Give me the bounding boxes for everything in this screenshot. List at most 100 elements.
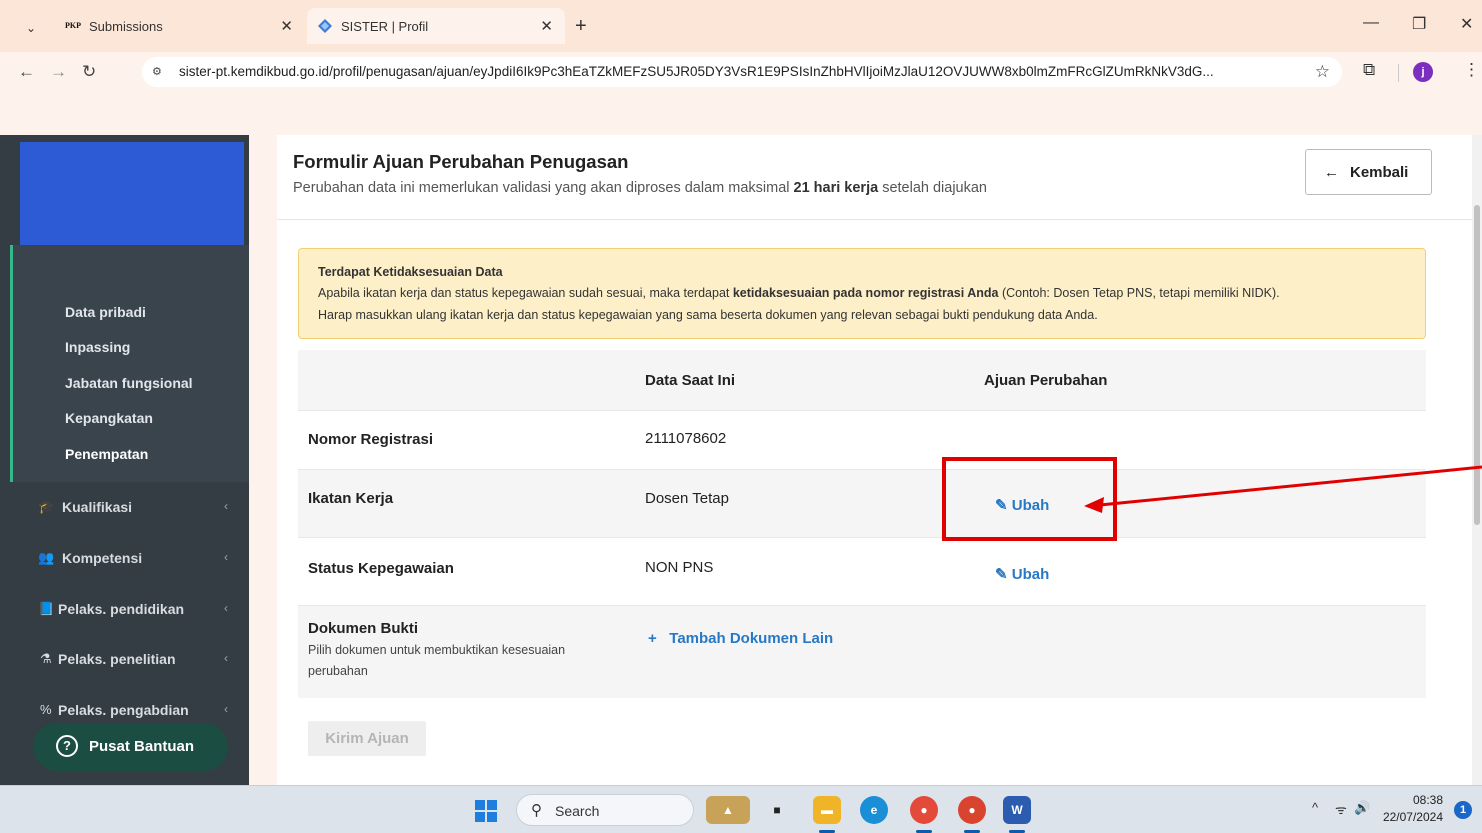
people-icon: 👥 [38,550,55,565]
column-header-proposed: Ajuan Perubahan [984,372,1108,389]
chevron-left-icon: ‹ [224,702,228,716]
sidebar-item-pelaks-pendidikan[interactable]: 📘 Pelaks. pendidikan ‹ [0,585,249,635]
document-help-text: Pilih dokumen untuk membuktikan kesesuai… [308,640,565,682]
subtitle-text: setelah diajukan [878,180,987,196]
back-arrow-icon[interactable]: ← [18,62,35,82]
arrow-left-icon: ← [1324,164,1339,181]
alert-text: Harap masukkan ulang ikatan kerja dan st… [318,308,1098,322]
forward-arrow-icon[interactable]: → [50,62,67,82]
edit-link-label: Ubah [1011,566,1050,583]
annotation-arrow [1084,465,1482,513]
percent-icon: % [40,702,52,717]
sidebar: Data pribadi Inpassing Jabatan fungsiona… [0,135,249,785]
toolbar-divider [1398,64,1399,82]
sidebar-item-label: Kualifikasi [62,499,133,515]
sister-favicon-icon [317,18,333,34]
page-title: Formulir Ajuan Perubahan Penugasan [293,151,629,172]
question-icon: ? [56,735,78,757]
help-center-button[interactable]: ? Pusat Bantuan [33,723,228,771]
row-label: Status Kepegawaian [308,560,454,577]
sidebar-item-kepangkatan[interactable]: Kepangkatan [65,410,153,426]
volume-icon[interactable]: 🔊 [1354,800,1370,816]
subtitle-emphasis: 21 hari kerja [793,180,879,196]
extensions-icon[interactable]: ⧉ [1363,60,1375,80]
help-center-label: Pusat Bantuan [89,738,195,755]
site-info-icon[interactable]: ⚙ [152,65,162,78]
sidebar-item-label: Pelaks. penelitian [58,651,176,667]
address-bar[interactable]: ⚙ sister-pt.kemdikbud.go.id/profil/penug… [142,57,1342,87]
add-document-label: Tambah Dokumen Lain [669,630,834,647]
new-tab-icon[interactable]: + [575,15,587,38]
sidebar-item-label: Pelaks. pengabdian [58,702,189,718]
bookmark-star-icon[interactable]: ☆ [1315,62,1330,82]
tab-submissions[interactable]: PKP Submissions ✕ [55,8,305,44]
submit-request-button[interactable]: Kirim Ajuan [308,721,426,756]
profile-avatar[interactable]: j [1413,62,1433,82]
browser-toolbar: ← → ↻ ⚙ sister-pt.kemdikbud.go.id/profil… [0,52,1482,92]
edit-status-kepegawaian-link[interactable]: ✎ Ubah [995,565,1049,583]
pkp-favicon-icon: PKP [65,21,81,30]
minimize-icon[interactable]: — [1363,14,1379,32]
notification-badge[interactable]: 1 [1454,801,1472,819]
system-clock[interactable]: 08:38 22/07/2024 [1373,792,1443,826]
row-current-value: Dosen Tetap [645,490,729,507]
sidebar-item-penempatan[interactable]: Penempatan [65,446,148,462]
table-header-row: Data Saat Ini Ajuan Perubahan [298,350,1426,410]
word-icon[interactable]: W [1003,796,1031,824]
close-window-icon[interactable]: ✕ [1460,14,1473,34]
alert-text-part: Apabila ikatan kerja dan status kepegawa… [318,286,733,300]
task-view-icon[interactable]: ■ [763,796,791,824]
row-label: Ikatan Kerja [308,490,394,507]
sidebar-item-inpassing[interactable]: Inpassing [65,339,130,355]
sidebar-item-kualifikasi[interactable]: 🎓 Kualifikasi ‹ [0,481,249,531]
taskbar-search[interactable]: ⚲ Search [516,794,694,826]
chrome-profile-icon[interactable]: ● [958,796,986,824]
add-document-link[interactable]: + Tambah Dokumen Lain [648,630,833,647]
file-explorer-icon[interactable]: ▬ [813,796,841,824]
help-text-line: perubahan [308,664,368,678]
chrome-browser-icon[interactable]: ● [910,796,938,824]
sidebar-item-kompetensi[interactable]: 👥 Kompetensi ‹ [0,533,249,583]
warning-alert: Terdapat Ketidaksesuaian Data Apabila ik… [298,248,1426,339]
wifi-icon[interactable]: ᯤ [1335,800,1347,818]
search-icon: ⚲ [531,802,542,819]
column-header-current: Data Saat Ini [645,372,736,389]
tab-title: Submissions [89,19,163,34]
widgets-icon[interactable]: ▲ [706,796,750,824]
graduation-cap-icon: 🎓 [38,499,55,514]
flask-icon: ⚗ [40,651,52,666]
search-label: Search [555,803,600,819]
chevron-left-icon: ‹ [224,651,228,665]
row-label: Nomor Registrasi [308,431,434,448]
tab-sister-profil[interactable]: SISTER | Profil ✕ [307,8,565,44]
reload-icon[interactable]: ↻ [82,62,96,82]
row-current-value: NON PNS [645,559,714,576]
help-text-line: Pilih dokumen untuk membuktikan kesesuai… [308,643,566,657]
windows-start-icon[interactable] [475,800,497,822]
tab-search-chevron-icon[interactable]: ⌄ [20,17,42,39]
clock-time: 08:38 [1412,793,1443,807]
restore-icon[interactable]: ❐ [1412,14,1426,34]
sidebar-item-data-pribadi[interactable]: Data pribadi [65,304,146,320]
alert-text: Apabila ikatan kerja dan status kepegawa… [318,286,1280,300]
taskbar: ⚲ Search ▲ ■ ▬ e ● ● W ^ ᯤ 🔊 08:38 22/07… [0,785,1482,833]
alert-text-emphasis: ketidaksesuaian pada nomor registrasi An… [732,286,999,300]
chevron-left-icon: ‹ [224,550,228,564]
tray-chevron-up-icon[interactable]: ^ [1312,800,1318,815]
header-divider [277,219,1472,220]
browser-menu-icon[interactable]: ⋮ [1463,60,1480,80]
alert-text-part: (Contoh: Dosen Tetap PNS, tetapi memilik… [998,286,1280,300]
close-tab-icon[interactable]: ✕ [540,17,553,35]
back-button-label: Kembali [1350,164,1409,181]
close-tab-icon[interactable]: ✕ [280,17,293,35]
url-text[interactable]: sister-pt.kemdikbud.go.id/profil/penugas… [179,64,1304,79]
sidebar-item-pelaks-penelitian[interactable]: ⚗ Pelaks. penelitian ‹ [0,635,249,685]
chevron-left-icon: ‹ [224,499,228,513]
sidebar-item-jabatan-fungsional[interactable]: Jabatan fungsional [65,375,193,391]
table-row: Status Kepegawaian NON PNS ✎ Ubah [298,537,1426,605]
edge-browser-icon[interactable]: e [860,796,888,824]
back-button[interactable]: ← Kembali [1305,149,1432,195]
plus-icon: + [648,630,670,647]
pencil-icon: ✎ [995,566,1012,583]
sidebar-item-label: Pelaks. pendidikan [58,601,185,617]
